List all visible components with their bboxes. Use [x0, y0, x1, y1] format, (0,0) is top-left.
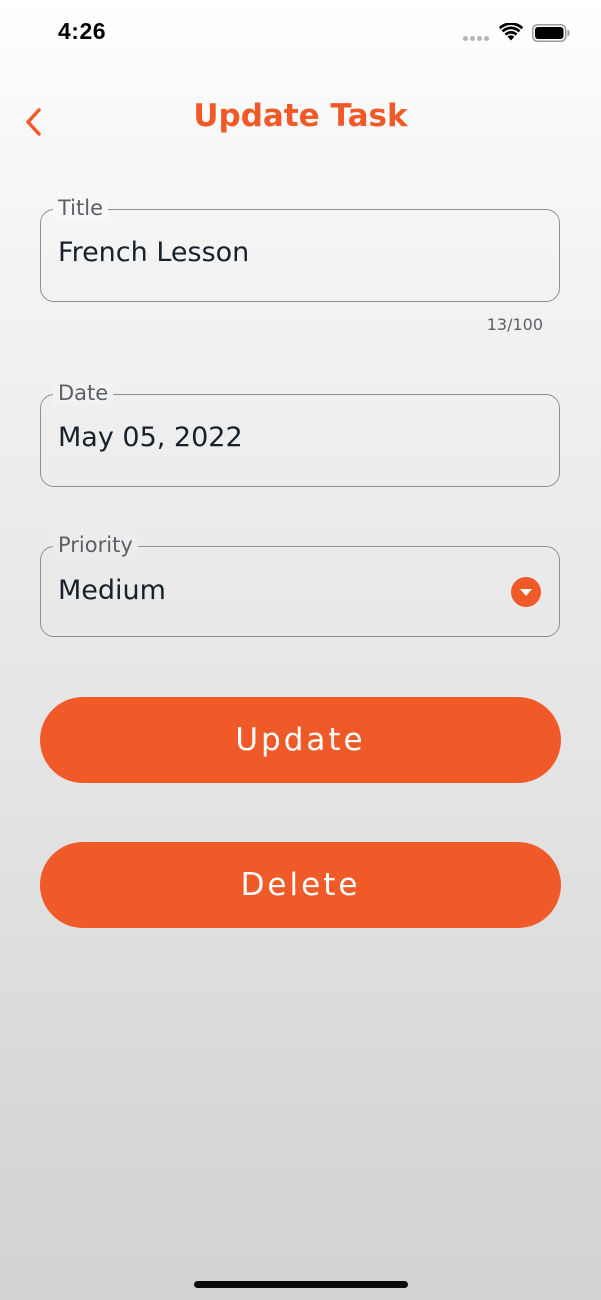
date-field-label: Date — [53, 380, 114, 406]
page-title: Update Task — [193, 98, 408, 134]
wifi-icon — [499, 23, 523, 41]
priority-select[interactable]: Priority Medium — [40, 532, 560, 637]
battery-icon — [532, 24, 570, 42]
caret-down-icon — [520, 588, 532, 596]
status-bar: 4:26 — [0, 0, 601, 64]
update-button[interactable]: Update — [40, 697, 561, 783]
status-time: 4:26 — [58, 18, 107, 44]
home-indicator[interactable] — [194, 1281, 408, 1288]
delete-button[interactable]: Delete — [40, 842, 561, 928]
caret-down-circle-icon[interactable] — [511, 577, 541, 607]
signal-dots-icon — [463, 36, 491, 41]
title-field[interactable]: Title French Lesson — [40, 195, 560, 302]
title-input[interactable]: French Lesson — [58, 237, 249, 268]
title-character-counter: 13/100 — [486, 315, 543, 334]
date-input[interactable]: May 05, 2022 — [58, 422, 243, 453]
title-field-label: Title — [53, 195, 109, 221]
priority-field-label: Priority — [53, 532, 138, 558]
date-field[interactable]: Date May 05, 2022 — [40, 380, 560, 487]
priority-value[interactable]: Medium — [58, 575, 166, 606]
